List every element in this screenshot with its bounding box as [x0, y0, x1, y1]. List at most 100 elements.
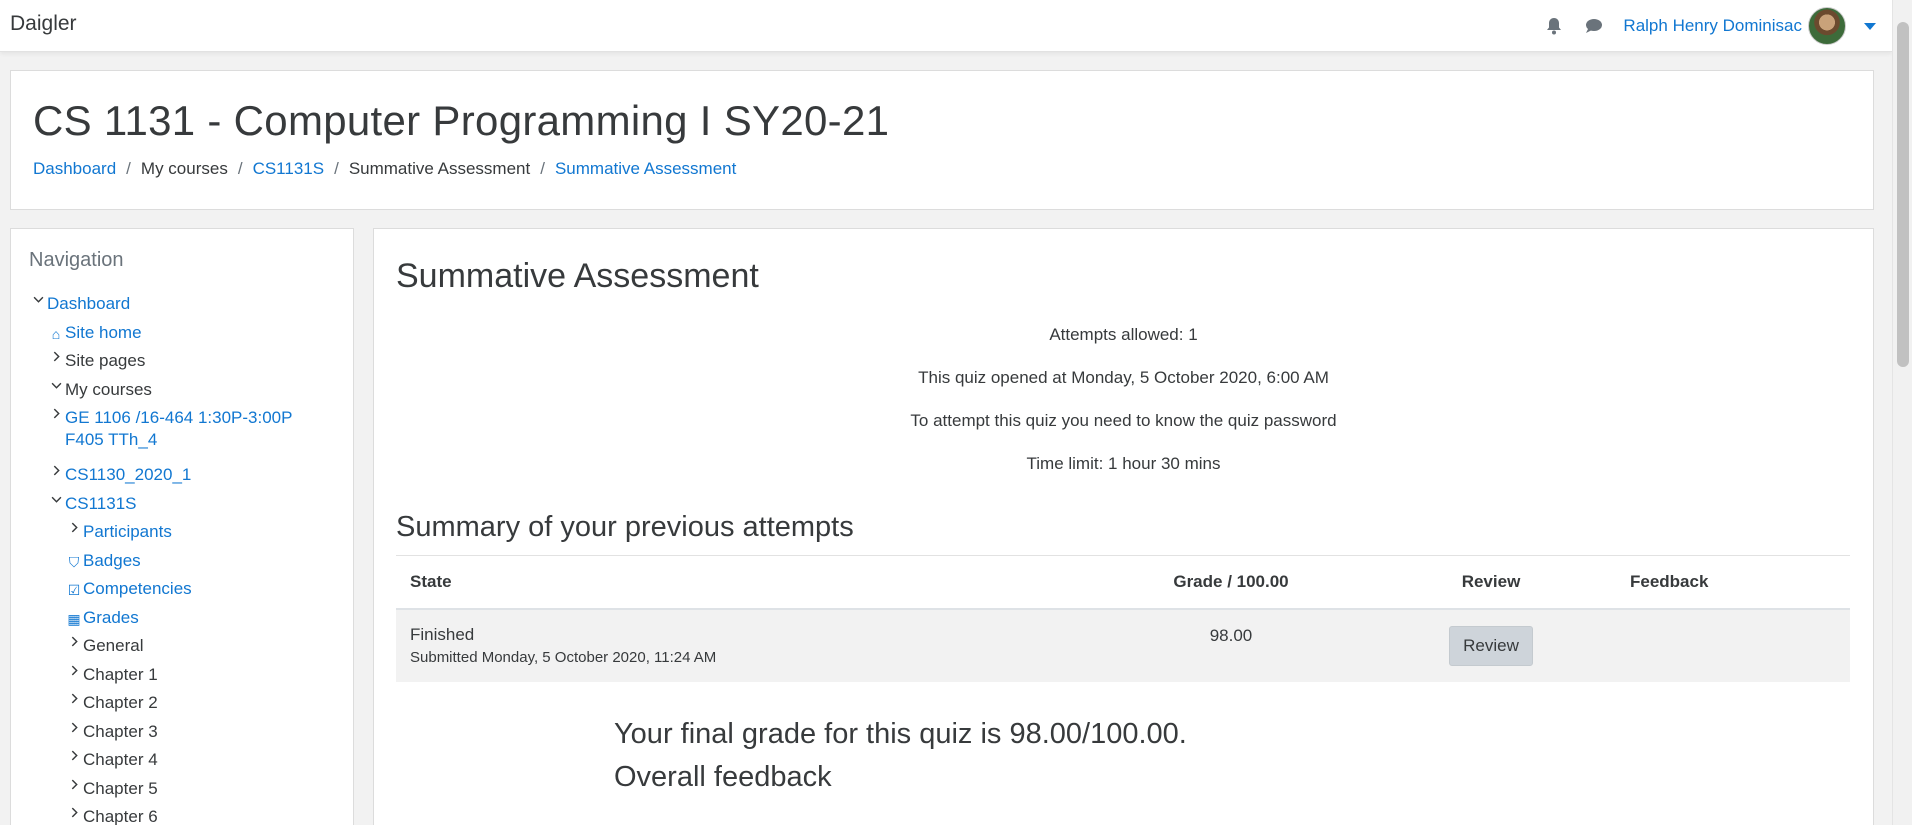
breadcrumb-course[interactable]: CS1131S	[253, 159, 325, 179]
nav-item-chapter-5[interactable]: Chapter 5	[29, 778, 339, 807]
final-grade: Your final grade for this quiz is 98.00/…	[614, 718, 1187, 750]
nav-item-grades[interactable]: ▦ Grades	[29, 607, 339, 636]
nav-item-label: General	[83, 636, 144, 655]
breadcrumb-separator: /	[540, 159, 545, 178]
attempt-grade: 98.00	[1209, 625, 1253, 645]
nav-item-chapter-3[interactable]: Chapter 3	[29, 721, 339, 750]
header-review: Review	[1366, 555, 1616, 610]
nav-item-label: Site pages	[65, 351, 146, 370]
attempts-table: State Grade / 100.00 Review Feedback Fin…	[396, 555, 1850, 682]
header-state: State	[396, 555, 1096, 610]
nav-item-ge-1106-16-464-1-30p-3-00p-f405-tth-4[interactable]: GE 1106 /16-464 1:30P-3:00P F405 TTh_4	[29, 407, 339, 464]
chevron-right-icon[interactable]	[47, 407, 65, 419]
avatar[interactable]	[1808, 7, 1846, 45]
table-row: Finished Submitted Monday, 5 October 202…	[396, 608, 1850, 682]
header-feedback: Feedback	[1616, 555, 1850, 610]
nav-item-general[interactable]: General	[29, 635, 339, 664]
review-button[interactable]: Review	[1449, 625, 1533, 666]
nav-item-dashboard[interactable]: Dashboard	[29, 293, 339, 322]
chevron-right-icon[interactable]	[65, 806, 83, 818]
nav-item-label: Chapter 4	[83, 750, 158, 769]
site-brand[interactable]: Daigler	[10, 12, 77, 36]
breadcrumb-quiz[interactable]: Summative Assessment	[555, 159, 736, 179]
breadcrumb-my-courses: My courses	[140, 159, 228, 178]
chevron-right-icon[interactable]	[65, 721, 83, 733]
nav-item-label: Chapter 6	[83, 807, 158, 825]
header-grade: Grade / 100.00	[1096, 555, 1366, 610]
nav-item-label[interactable]: CS1131S	[65, 493, 137, 515]
chat-icon[interactable]	[1583, 15, 1605, 37]
chevron-right-icon[interactable]	[65, 778, 83, 790]
user-menu-area: Ralph Henry Dominisac	[1543, 7, 1876, 45]
nav-item-label: Chapter 1	[83, 664, 158, 684]
time-limit: Time limit: 1 hour 30 mins	[1026, 454, 1221, 473]
chevron-right-icon[interactable]	[65, 664, 83, 676]
chevron-down-icon[interactable]	[47, 379, 65, 391]
cell-review: Review	[1366, 608, 1616, 682]
table-icon: ▦	[67, 610, 81, 627]
attempt-state: Finished	[410, 625, 475, 644]
attempt-submitted: Submitted Monday, 5 October 2020, 11:24 …	[410, 649, 717, 666]
nav-item-label[interactable]: Badges	[83, 550, 141, 572]
quiz-password-note: To attempt this quiz you need to know th…	[910, 411, 1337, 430]
shield-icon: ⛉	[68, 553, 80, 570]
nav-item-chapter-6[interactable]: Chapter 6	[29, 806, 339, 825]
page-scrollbar[interactable]	[1892, 0, 1912, 825]
chevron-right-icon[interactable]	[65, 521, 83, 533]
nav-item-competencies[interactable]: ☑ Competencies	[29, 578, 339, 607]
nav-item-badges[interactable]: ⛉ Badges	[29, 550, 339, 579]
chevron-right-icon[interactable]	[65, 749, 83, 761]
cell-grade: 98.00	[1096, 608, 1366, 682]
nav-item-label[interactable]: Competencies	[83, 578, 192, 600]
scrollbar-thumb[interactable]	[1897, 22, 1909, 367]
nav-item-cs1130-2020-1[interactable]: CS1130_2020_1	[29, 464, 339, 493]
chevron-down-icon[interactable]	[29, 293, 47, 305]
breadcrumb-section: Summative Assessment	[348, 159, 531, 178]
cell-state: Finished Submitted Monday, 5 October 202…	[396, 608, 1096, 682]
breadcrumb-dashboard[interactable]: Dashboard	[33, 159, 116, 179]
chevron-down-icon[interactable]	[1864, 22, 1876, 30]
nav-item-chapter-2[interactable]: Chapter 2	[29, 692, 339, 721]
nav-item-label[interactable]: CS1130_2020_1	[65, 464, 191, 486]
breadcrumb-separator: /	[334, 159, 339, 178]
breadcrumb: Dashboard / My courses / CS1131S / Summa…	[33, 159, 736, 179]
nav-item-chapter-1[interactable]: Chapter 1	[29, 664, 339, 693]
user-name-link[interactable]: Ralph Henry Dominisac	[1623, 16, 1802, 36]
navigation-block: Navigation Dashboard ⌂ Site home Site pages…	[10, 228, 354, 825]
overall-feedback: Overall feedback	[614, 761, 832, 793]
nav-item-label[interactable]: GE 1106 /16-464 1:30P-3:00P F405 TTh_4	[65, 407, 325, 451]
top-navbar: Daigler Ralph Henry Dominisac	[0, 0, 1892, 52]
chevron-right-icon[interactable]	[47, 464, 65, 476]
nav-item-site-pages[interactable]: Site pages	[29, 350, 339, 379]
chevron-down-icon[interactable]	[47, 493, 65, 505]
breadcrumb-separator: /	[126, 159, 131, 178]
nav-item-label[interactable]: Dashboard	[47, 293, 130, 315]
nav-item-chapter-4[interactable]: Chapter 4	[29, 749, 339, 778]
page-header: CS 1131 - Computer Programming I SY20-21…	[10, 70, 1874, 210]
chevron-right-icon[interactable]	[47, 350, 65, 362]
nav-item-label[interactable]: Participants	[83, 521, 172, 543]
attempts-allowed: Attempts allowed: 1	[1049, 325, 1198, 344]
checkbox-icon: ☑	[67, 582, 81, 598]
bell-icon[interactable]	[1543, 15, 1565, 37]
table-header-row: State Grade / 100.00 Review Feedback	[396, 555, 1850, 610]
navigation-tree: Dashboard ⌂ Site home Site pages My courses G…	[29, 293, 339, 825]
main-region: Summative Assessment Attempts allowed: 1…	[373, 228, 1874, 825]
course-title: CS 1131 - Computer Programming I SY20-21	[33, 97, 890, 144]
summary-title: Summary of your previous attempts	[396, 511, 854, 543]
nav-item-cs1131s[interactable]: CS1131S	[29, 493, 339, 522]
quiz-title: Summative Assessment	[396, 257, 759, 295]
breadcrumb-separator: /	[237, 159, 243, 178]
chevron-right-icon[interactable]	[65, 692, 83, 704]
nav-item-participants[interactable]: Participants	[29, 521, 339, 550]
cell-feedback	[1616, 608, 1850, 682]
nav-item-my-courses[interactable]: My courses	[29, 379, 339, 408]
nav-item-label: Chapter 3	[83, 721, 158, 741]
nav-item-label[interactable]: Site home	[65, 322, 142, 344]
nav-item-site-home[interactable]: ⌂ Site home	[29, 322, 339, 351]
nav-item-label: My courses	[65, 379, 152, 399]
chevron-right-icon[interactable]	[65, 635, 83, 647]
nav-item-label: Chapter 2	[83, 693, 158, 712]
nav-item-label: Chapter 5	[83, 778, 158, 798]
nav-item-label[interactable]: Grades	[83, 607, 139, 629]
